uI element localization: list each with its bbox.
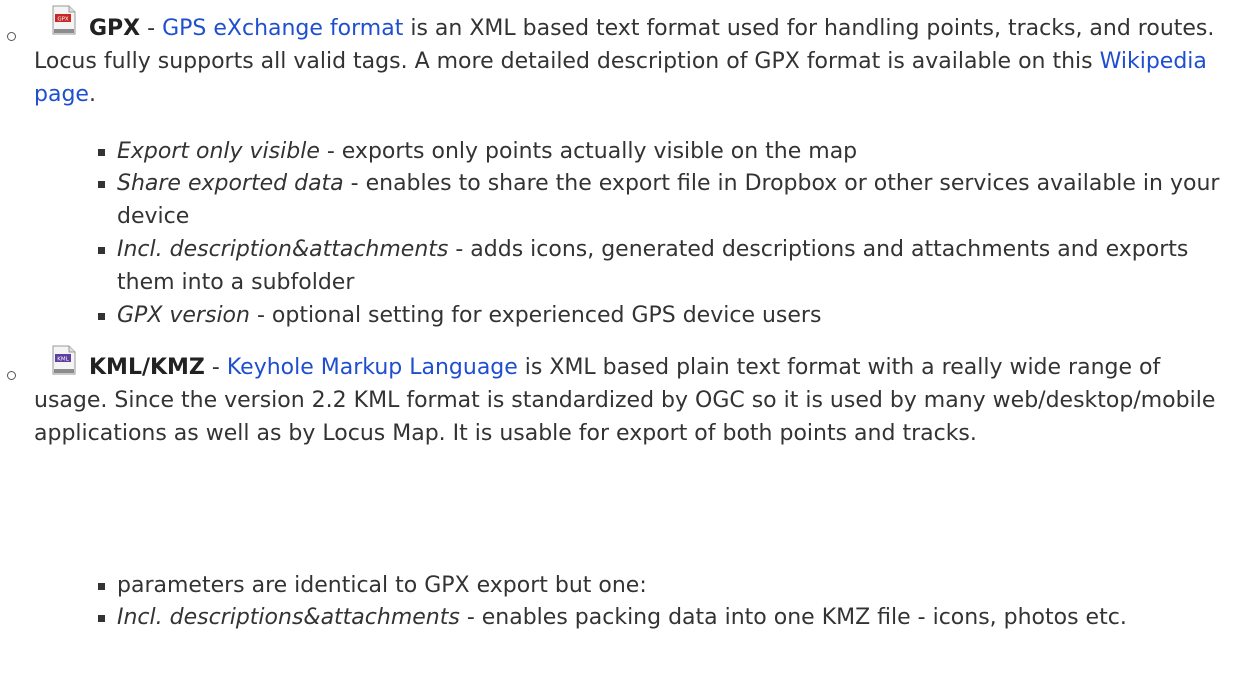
circle-bullet <box>7 371 16 380</box>
gpx-description: GPX - GPS eXchange format is an XML base… <box>34 16 1215 107</box>
circle-bullet <box>7 32 16 41</box>
square-bullet <box>98 313 105 320</box>
kml-description: KML/KMZ - Keyhole Markup Language is XML… <box>34 355 1216 446</box>
option-term: Incl. descriptions&attachments <box>117 605 460 630</box>
option-term: GPX version <box>117 303 250 328</box>
square-bullet <box>98 149 105 156</box>
square-bullet <box>98 181 105 188</box>
square-bullet <box>98 615 105 622</box>
gpx-format-name: GPX <box>89 16 141 41</box>
option-term: Incl. description&attachments <box>117 237 449 262</box>
gps-exchange-format-link[interactable]: GPS eXchange format <box>162 16 403 41</box>
kml-format-name: KML/KMZ <box>89 355 205 380</box>
square-bullet <box>98 247 105 254</box>
option-term: Export only visible <box>117 139 320 164</box>
option-term: Share exported data <box>117 171 344 196</box>
keyhole-markup-language-link[interactable]: Keyhole Markup Language <box>227 355 518 380</box>
square-bullet <box>98 583 105 590</box>
